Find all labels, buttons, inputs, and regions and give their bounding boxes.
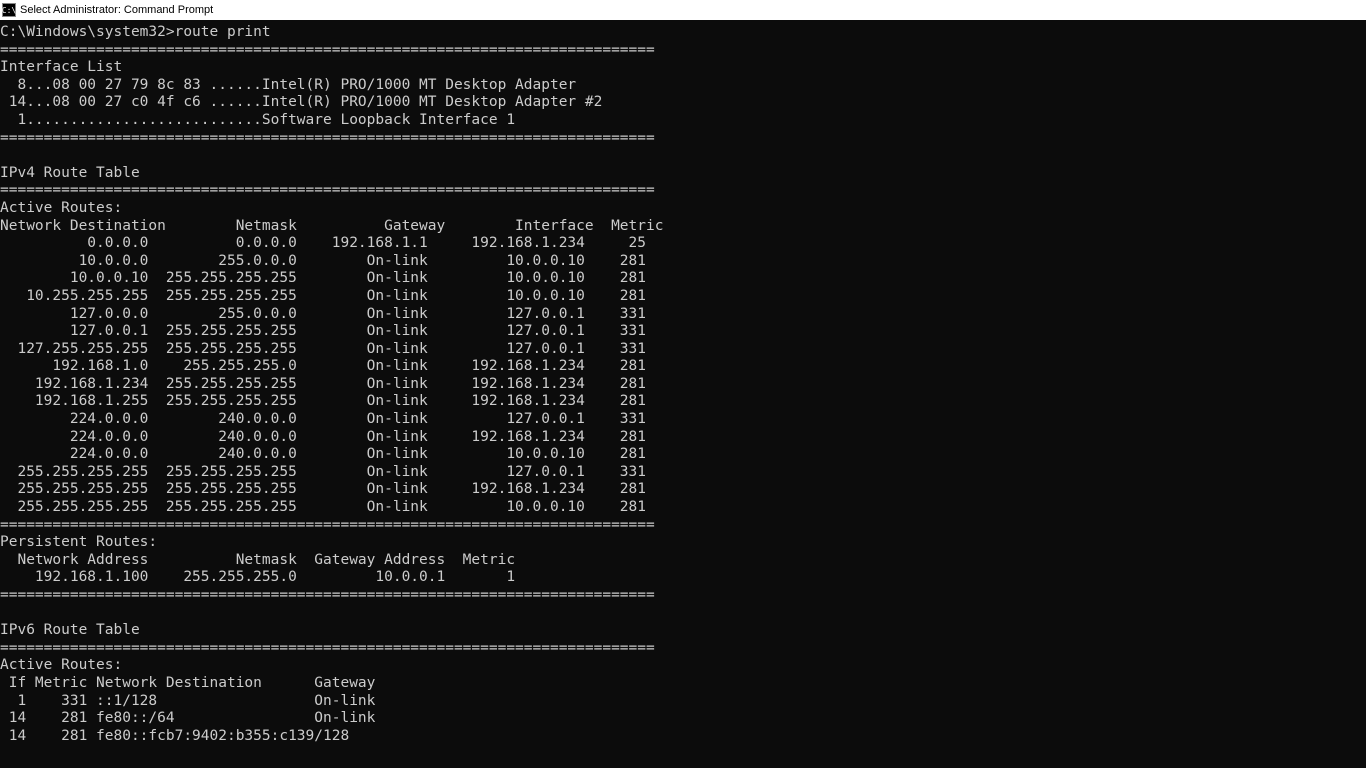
terminal-output[interactable]: C:\Windows\system32>route print ========…	[0, 20, 1366, 768]
window-title: Select Administrator: Command Prompt	[20, 4, 213, 16]
window-titlebar[interactable]: C:\ Select Administrator: Command Prompt	[0, 0, 1366, 20]
cmd-icon: C:\	[2, 3, 16, 17]
